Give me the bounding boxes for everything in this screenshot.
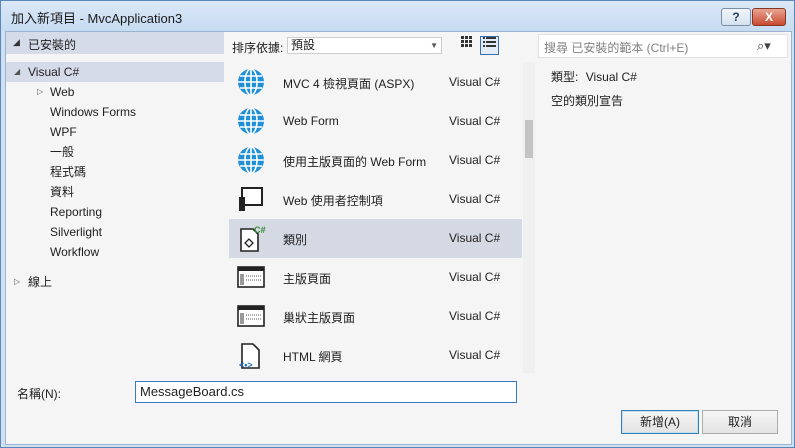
list-view-icon [483,37,496,47]
tree-item-label: 程式碼 [50,165,87,179]
template-row[interactable]: 巢狀主版頁面 Visual C# [229,297,522,336]
tree-item[interactable]: Reporting [6,202,224,222]
close-button[interactable]: X [752,8,786,26]
template-language: Visual C# [449,114,501,128]
tree-item[interactable]: Windows Forms [6,102,224,122]
tree-item[interactable]: 一般 [6,142,224,162]
cancel-button[interactable]: 取消 [702,410,778,434]
tree-item-label: WPF [50,125,77,139]
expand-arrow-icon[interactable]: ▷ [14,272,20,292]
template-row[interactable]: <•> HTML 網頁 Visual C# [229,336,522,373]
tree-item[interactable]: Workflow [6,242,224,262]
help-button[interactable]: ? [721,8,751,26]
template-name: Web 使用者控制項 [283,194,383,208]
scrollbar-thumb[interactable] [525,120,533,158]
search-placeholder: 搜尋 已安裝的範本 (Ctrl+E) [544,41,689,55]
template-language: Visual C# [449,309,501,323]
dialog-body: ◢ 已安裝的 ◢ Visual C# ▷ Web Windows Forms WPF 一般程… [5,31,792,445]
master-page-icon [236,301,266,331]
title-bar[interactable]: 加入新項目 - MvcApplication3 ? X [1,1,794,31]
tree-item[interactable]: ◢ Visual C# [6,62,224,82]
installed-header[interactable]: ◢ 已安裝的 [6,32,224,54]
expand-arrow-icon[interactable]: ▷ [37,82,43,102]
search-box[interactable]: 搜尋 已安裝的範本 (Ctrl+E) ⌕▾ [538,34,788,58]
name-label: 名稱(N): [17,387,61,401]
dialog-window: 加入新項目 - MvcApplication3 ? X ◢ 已安裝的 ◢ Visu… [0,0,795,448]
medium-icons-view-button[interactable] [457,36,476,55]
chevron-down-icon: ▼ [430,41,438,50]
type-label: 類型: [551,70,579,84]
template-language: Visual C# [449,75,501,89]
template-row[interactable]: 使用主版頁面的 Web Form Visual C# [229,141,522,180]
tree-item-label: Windows Forms [50,105,137,119]
tree-item-label: Reporting [50,205,103,219]
template-language: Visual C# [449,270,501,284]
sort-dropdown[interactable]: 預設 ▼ [287,37,442,54]
add-button[interactable]: 新增(A) [621,410,699,434]
template-name: HTML 網頁 [283,350,343,364]
installed-header-label: 已安裝的 [28,38,77,52]
template-list-scrollbar[interactable] [523,62,535,373]
template-type: 類型: Visual C# [551,68,637,85]
template-name: 巢狀主版頁面 [283,311,356,325]
template-row[interactable]: 主版頁面 Visual C# [229,258,522,297]
globe-icon [236,106,266,136]
grid-view-icon [461,36,472,47]
globe-icon [236,145,266,175]
tree-item[interactable]: ▷ 線上 [6,272,224,292]
collapse-arrow-icon[interactable]: ◢ [14,62,20,82]
details-view-button[interactable] [480,36,499,55]
template-language: Visual C# [449,153,501,167]
tree-item-label: Workflow [50,245,100,259]
tree-item-label: 一般 [50,145,75,159]
template-language: Visual C# [449,231,501,245]
search-icon[interactable]: ⌕▾ [757,38,771,54]
type-value: Visual C# [585,70,637,84]
tree-item-label: 線上 [28,275,53,289]
user-control-icon [236,184,266,214]
list-toolbar: 排序依據: 預設 ▼ [227,32,524,60]
html-page-icon: <•> [236,340,266,370]
tree-item[interactable]: ▷ Web [6,82,224,102]
template-name: 使用主版頁面的 Web Form [283,155,427,169]
tree-item[interactable]: 資料 [6,182,224,202]
window-title: 加入新項目 - MvcApplication3 [11,11,183,26]
tree-item-label: Visual C# [28,65,80,79]
tree-item[interactable]: WPF [6,122,224,142]
template-row[interactable]: C# 類別 Visual C# [229,219,522,258]
svg-text:<•>: <•> [239,360,253,370]
template-description: 空的類別宣告 [551,94,624,108]
tree-item-label: Web [50,85,75,99]
template-tree-panel: ◢ 已安裝的 ◢ Visual C# ▷ Web Windows Forms WPF 一般程… [6,32,224,373]
sort-label: 排序依據: [232,41,284,55]
class-file-icon: C# [236,223,266,253]
svg-text:C#: C# [254,225,266,235]
tree-item-label: Silverlight [50,225,103,239]
template-row[interactable]: Web Form Visual C# [229,102,522,141]
sort-value: 預設 [291,38,316,52]
template-name: Web Form [283,114,339,128]
name-input[interactable]: MessageBoard.cs [135,381,517,403]
tree-item[interactable]: Silverlight [6,222,224,242]
template-language: Visual C# [449,348,501,362]
template-name: 類別 [283,233,308,247]
globe-icon [236,67,266,97]
collapse-arrow-icon[interactable]: ◢ [13,37,20,48]
tree-item[interactable]: 程式碼 [6,162,224,182]
template-language: Visual C# [449,192,501,206]
master-page-icon [236,262,266,292]
template-name: MVC 4 檢視頁面 (ASPX) [283,77,415,91]
template-row[interactable]: Web 使用者控制項 Visual C# [229,180,522,219]
template-list: MVC 4 檢視頁面 (ASPX) Visual C# Web Form Visual… [229,62,522,373]
template-row[interactable]: MVC 4 檢視頁面 (ASPX) Visual C# [229,63,522,102]
template-name: 主版頁面 [283,272,332,286]
tree-item-label: 資料 [50,185,75,199]
